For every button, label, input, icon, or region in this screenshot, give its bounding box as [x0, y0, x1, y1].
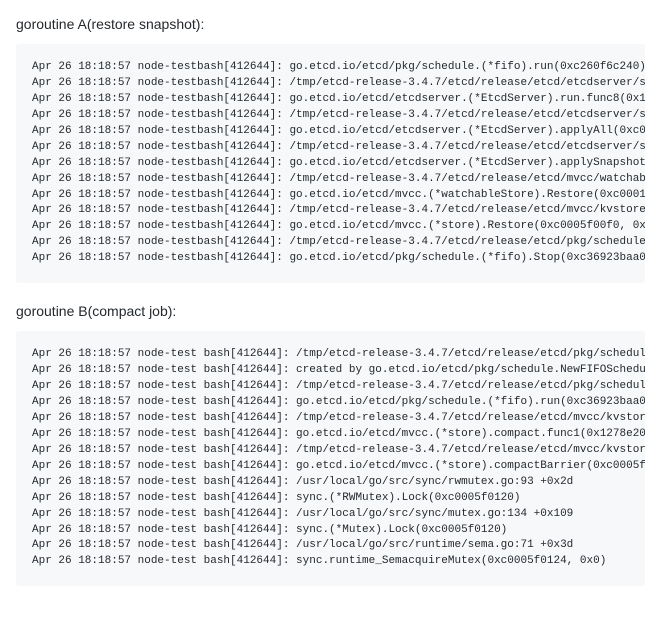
log-block-a[interactable]: Apr 26 18:18:57 node-testbash[412644]: g… — [16, 44, 645, 283]
log-line: Apr 26 18:18:57 node-testbash[412644]: /… — [32, 140, 629, 156]
log-line: Apr 26 18:18:57 node-test bash[412644]: … — [32, 411, 629, 427]
log-line: Apr 26 18:18:57 node-testbash[412644]: g… — [32, 124, 629, 140]
log-line: Apr 26 18:18:57 node-testbash[412644]: g… — [32, 156, 629, 172]
log-line: Apr 26 18:18:57 node-testbash[412644]: g… — [32, 188, 629, 204]
log-line: Apr 26 18:18:57 node-test bash[412644]: … — [32, 379, 629, 395]
log-line: Apr 26 18:18:57 node-test bash[412644]: … — [32, 491, 629, 507]
log-block-b[interactable]: Apr 26 18:18:57 node-test bash[412644]: … — [16, 331, 645, 586]
log-line: Apr 26 18:18:57 node-test bash[412644]: … — [32, 475, 629, 491]
log-line: Apr 26 18:18:57 node-testbash[412644]: g… — [32, 60, 629, 76]
log-line: Apr 26 18:18:57 node-test bash[412644]: … — [32, 443, 629, 459]
log-line: Apr 26 18:18:57 node-test bash[412644]: … — [32, 427, 629, 443]
section-b-title: goroutine B(compact job): — [16, 303, 645, 319]
log-line: Apr 26 18:18:57 node-testbash[412644]: /… — [32, 76, 629, 92]
log-line: Apr 26 18:18:57 node-testbash[412644]: /… — [32, 235, 629, 251]
log-line: Apr 26 18:18:57 node-test bash[412644]: … — [32, 395, 629, 411]
log-line: Apr 26 18:18:57 node-test bash[412644]: … — [32, 538, 629, 554]
log-line: Apr 26 18:18:57 node-test bash[412644]: … — [32, 523, 629, 539]
log-line: Apr 26 18:18:57 node-testbash[412644]: g… — [32, 219, 629, 235]
log-line: Apr 26 18:18:57 node-test bash[412644]: … — [32, 459, 629, 475]
log-line: Apr 26 18:18:57 node-test bash[412644]: … — [32, 363, 629, 379]
log-line: Apr 26 18:18:57 node-test bash[412644]: … — [32, 507, 629, 523]
log-line: Apr 26 18:18:57 node-testbash[412644]: g… — [32, 251, 629, 267]
log-line: Apr 26 18:18:57 node-testbash[412644]: /… — [32, 108, 629, 124]
log-line: Apr 26 18:18:57 node-testbash[412644]: /… — [32, 172, 629, 188]
section-a-title: goroutine A(restore snapshot): — [16, 16, 645, 32]
log-line: Apr 26 18:18:57 node-testbash[412644]: g… — [32, 92, 629, 108]
log-line: Apr 26 18:18:57 node-testbash[412644]: /… — [32, 203, 629, 219]
log-line: Apr 26 18:18:57 node-test bash[412644]: … — [32, 554, 629, 570]
log-line: Apr 26 18:18:57 node-test bash[412644]: … — [32, 347, 629, 363]
